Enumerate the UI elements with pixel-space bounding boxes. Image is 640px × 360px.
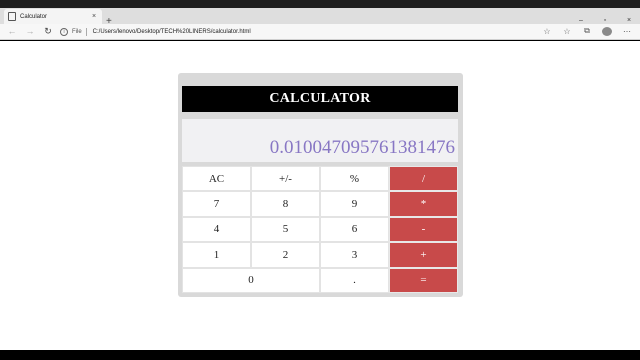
window-controls: – ▫ × bbox=[576, 17, 634, 24]
screen-bottom-strip bbox=[0, 350, 640, 360]
page-content: CALCULATOR 0.010047095761381476 AC +/-%/ 7… bbox=[0, 41, 640, 350]
key-subtract-button[interactable]: - bbox=[389, 216, 458, 243]
minimize-icon[interactable]: – bbox=[576, 17, 586, 24]
calculator-display: 0.010047095761381476 bbox=[182, 119, 458, 162]
url-text[interactable]: C:/Users/lenovo/Desktop/TECH%20LINERS/ca… bbox=[93, 29, 251, 35]
keypad: AC +/-%/ 7 8 9 * 4 5 6- 1 2 3 +0. = bbox=[182, 166, 458, 293]
key-sign-button[interactable]: +/- bbox=[251, 166, 320, 192]
tab-title: Calculator bbox=[20, 13, 48, 20]
reload-icon[interactable]: ↻ bbox=[42, 26, 54, 37]
calculator: CALCULATOR 0.010047095761381476 AC +/-%/ 7… bbox=[178, 73, 463, 297]
maximize-icon[interactable]: ▫ bbox=[600, 17, 610, 24]
key-multiply-button[interactable]: * bbox=[389, 191, 458, 217]
back-icon[interactable]: ← bbox=[6, 26, 18, 36]
favorites-icon[interactable]: ☆ bbox=[562, 27, 572, 36]
key-clear-button[interactable]: AC bbox=[182, 166, 251, 192]
key-digit-5-button[interactable]: 5 bbox=[251, 216, 320, 243]
avatar[interactable] bbox=[602, 26, 612, 36]
key-digit-2-button[interactable]: 2 bbox=[251, 242, 320, 268]
key-digit-1-button[interactable]: 1 bbox=[182, 242, 251, 268]
forward-icon[interactable]: → bbox=[24, 26, 36, 36]
key-digit-0-button[interactable]: 0 bbox=[182, 267, 320, 293]
screen-top-strip bbox=[0, 0, 640, 8]
key-divide-button[interactable]: / bbox=[389, 166, 458, 192]
key-digit-8-button[interactable]: 8 bbox=[251, 191, 320, 217]
close-icon[interactable]: × bbox=[90, 13, 98, 20]
key-digit-3-button[interactable]: 3 bbox=[320, 242, 389, 268]
key-digit-4-button[interactable]: 4 bbox=[182, 216, 251, 243]
collections-icon[interactable]: ⧉ bbox=[582, 26, 592, 36]
url-divider bbox=[85, 28, 87, 36]
info-icon[interactable]: i bbox=[60, 28, 68, 36]
tab-bar: Calculator × + – ▫ × bbox=[0, 8, 640, 27]
more-icon[interactable]: ⋯ bbox=[622, 27, 632, 36]
favorite-star-icon[interactable]: ☆ bbox=[542, 27, 552, 36]
key-equals-button[interactable]: = bbox=[389, 267, 458, 293]
key-digit-6-button[interactable]: 6 bbox=[320, 216, 389, 243]
url-field[interactable]: i File C:/Users/lenovo/Desktop/TECH%20LI… bbox=[60, 26, 530, 38]
key-add-button[interactable]: + bbox=[389, 242, 458, 268]
key-digit-7-button[interactable]: 7 bbox=[182, 191, 251, 217]
calculator-title: CALCULATOR bbox=[182, 86, 458, 112]
address-bar: ← → ↻ i File C:/Users/lenovo/Desktop/TEC… bbox=[0, 24, 640, 40]
key-digit-9-button[interactable]: 9 bbox=[320, 191, 389, 217]
key-decimal-button[interactable]: . bbox=[320, 267, 389, 293]
toolbar-icons: ☆ ☆ ⧉ ⋯ bbox=[542, 26, 632, 36]
tab-calculator[interactable]: Calculator × bbox=[4, 9, 102, 24]
page-icon bbox=[8, 12, 16, 21]
key-percent-button[interactable]: % bbox=[320, 166, 389, 192]
file-label: File bbox=[72, 29, 82, 35]
window-close-icon[interactable]: × bbox=[624, 17, 634, 24]
